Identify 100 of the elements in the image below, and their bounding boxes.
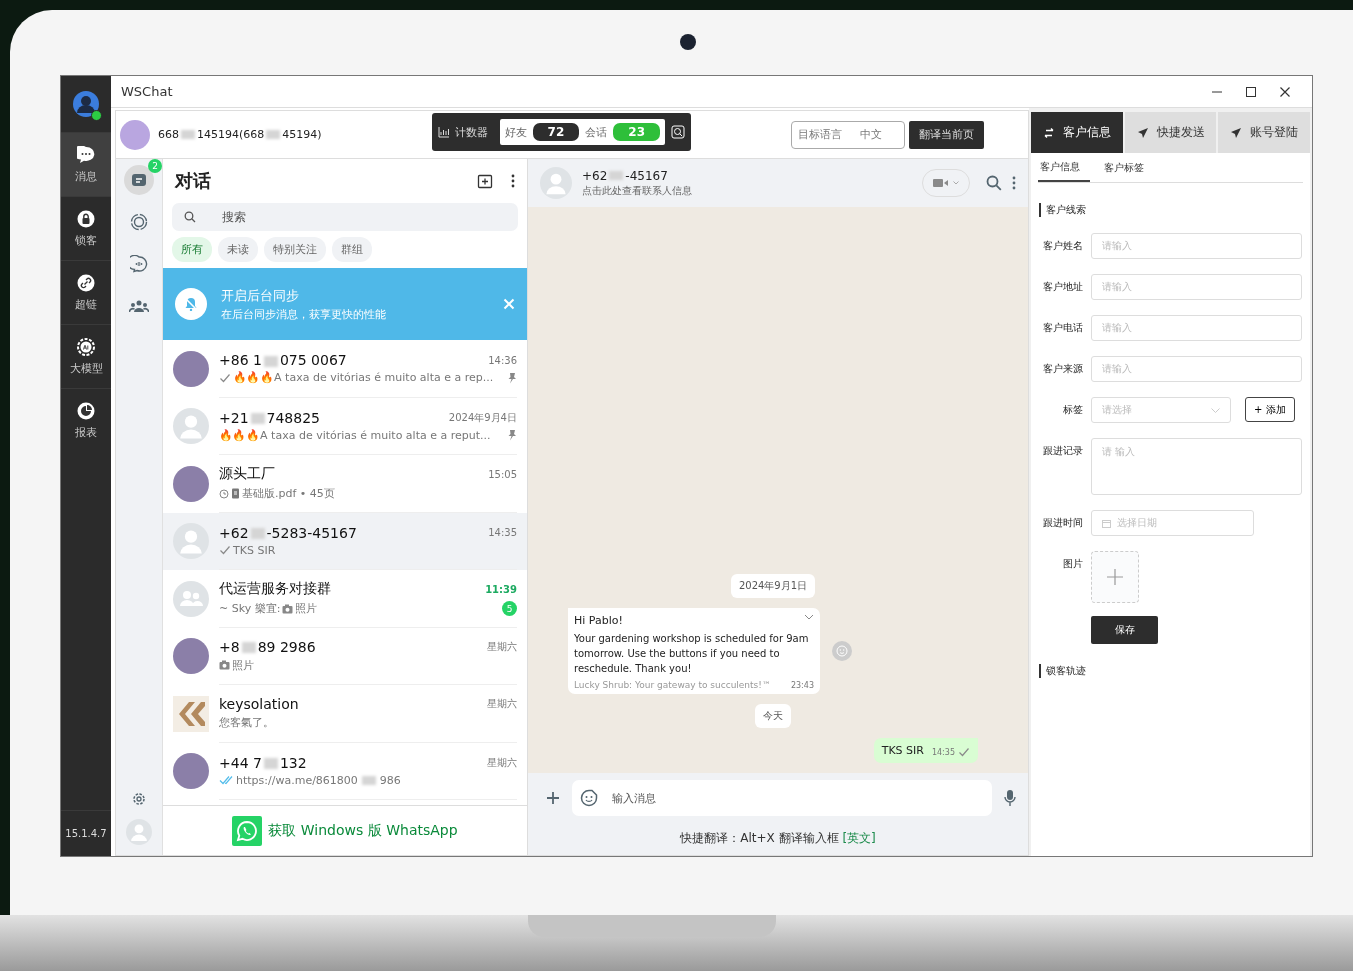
message-preview: TKS SIR [233,543,276,557]
message-time: 15:05 [488,468,517,480]
message-time: 14:35 [488,527,517,539]
language-value: 中文 [860,127,882,142]
download-link[interactable]: 获取 Windows 版 WhatsApp [268,821,458,840]
counter-button[interactable]: 计数器 [437,124,488,140]
contact-name: +62 [219,524,249,541]
language-link[interactable]: [英文] [842,831,876,845]
shortcut-hint: 快捷翻译：Alt+X 翻译输入框 [英文] [528,823,1028,855]
chat-row[interactable]: +21 748825 2024年9月4日 🔥🔥🔥A taxa de vitórias é muito alta e a reput... [163,397,527,455]
message-preview: https://wa.me/861800 [236,773,358,787]
message-footer: Lucky Shrub: Your gateway to succulents!™ [574,680,771,690]
contact-info-hint: 点击此处查看联系人信息 [582,183,693,198]
message-time: 14:35 [931,747,955,757]
unread-badge: 5 [502,601,517,617]
account-id: 145194(668 [197,128,265,141]
friends-label: 好友 [504,124,527,140]
rail-item[interactable]: 锁客 [61,196,111,260]
unread-badge: 2 [148,159,162,173]
message-time: 星期六 [487,755,517,770]
chat-row[interactable]: +86 1 075 0067 14:36 🔥🔥🔥A taxa de vitórias é muito alta e a rep... [163,340,527,398]
search-field[interactable]: 搜索 [172,203,518,231]
add-tag-button[interactable]: + 添加 [1245,397,1295,422]
message-preview: 您客氣了。 [219,715,274,731]
message-title: Hi Pablo! [574,614,623,627]
chat-row[interactable]: +62 -5283-45167 14:35 TKS SIR [163,512,527,570]
field-label: 客户电话 [1042,321,1083,335]
message-preview: 照片 [295,601,318,617]
chat-row[interactable]: +8 89 2986 星期六 照片 [163,627,527,685]
contact-name: keysolation [219,696,299,713]
banner-title: 开启后台同步 [221,286,300,305]
message-time: 23:43 [790,681,814,690]
chat-row[interactable]: keysolation 星期六 您客氣了。 [163,685,527,743]
account-id: 45194) [282,128,322,141]
message-preview: 🔥🔥🔥A taxa de vitórias é muito alta e a rep... [233,371,494,385]
list-title: 对话 [175,169,212,193]
chat-row[interactable]: 源头工厂 15:05 基础版.pdf • 45页 [163,455,527,513]
version-label: 15.1.4.7 [61,810,111,856]
subtab[interactable]: 客户标签 [1102,153,1154,182]
contact-name: 132 [279,754,307,771]
rail-item[interactable]: 消息 [61,132,111,196]
chat-row[interactable]: 代运营服务对接群 11:39 ~ Sky 樂宜: 照片 5 [163,570,527,628]
subtab[interactable]: 客户信息 [1038,153,1090,182]
field-label: 跟进记录 [1042,444,1083,458]
message-preview: 986 [379,773,401,787]
sender-name: ~ Sky 樂宜: [219,601,281,617]
message-text: TKS SIR [881,744,924,757]
save-button[interactable]: 保存 [1091,616,1158,644]
translate-button[interactable]: 翻译当前页 [909,120,984,149]
filter-chip[interactable]: 所有 [172,237,212,262]
message-text: Your gardening workshop is scheduled for 9am tomorrow. Use the buttons if you need to reschedule. Thank you! [574,632,810,676]
contact-name: 89 2986 [257,638,316,655]
section-heading: 锁客轨迹 [1039,664,1303,678]
field-label: 客户姓名 [1042,239,1083,253]
panel-tab[interactable]: 快捷发送 [1124,112,1217,153]
contact-name: +21 [219,409,249,426]
contact-name: +44 7 [219,754,262,771]
field-label: 客户来源 [1042,362,1083,376]
rail-item[interactable]: 超链 [61,260,111,324]
rail-item[interactable]: 大模型 [61,324,111,388]
contact-name: 748825 [266,409,320,426]
panel-tab[interactable]: 客户信息 [1031,112,1123,153]
chat-row[interactable]: +44 7 132 星期六 https://wa.me/861800 986 [163,742,527,800]
contact-name: +8 [219,638,240,655]
section-heading: 客户线索 [1039,203,1303,217]
rail-item[interactable]: 报表 [61,388,111,452]
window-title: WSChat [121,84,174,99]
account-id: 668 [158,128,179,141]
message-time: 11:39 [485,583,517,595]
input-placeholder: 输入消息 [612,790,656,806]
panel-tab[interactable]: 账号登陆 [1218,112,1310,153]
contact-name: -5283-45167 [266,524,357,541]
message-input[interactable]: 输入消息 [572,780,992,816]
contact-name: -45167 [625,168,668,183]
contact-name: 代运营服务对接群 [219,580,331,597]
message-preview: 基础版.pdf • 45页 [242,486,335,502]
field-label: 标签 [1062,403,1083,417]
message-preview: 照片 [232,657,254,673]
sessions-count: 23 [613,123,660,141]
contact-name: +86 1 [219,352,262,369]
sessions-label: 会话 [585,124,608,140]
filter-chip[interactable]: 特别关注 [264,237,326,262]
message-time: 2024年9月4日 [448,410,517,425]
banner-text: 在后台同步消息，获享更快的性能 [221,306,387,322]
date-chip: 今天 [755,704,791,728]
filter-chip[interactable]: 未读 [218,237,258,262]
message-time: 星期六 [487,639,517,654]
field-label: 图片 [1062,557,1083,571]
message-time: 14:36 [488,354,517,366]
language-select[interactable]: 目标语言 中文 [791,120,905,149]
search-placeholder: 搜索 [222,208,246,226]
field-label: 跟进时间 [1042,516,1083,530]
contact-name: 源头工厂 [219,465,275,482]
contact-name: 075 0067 [279,352,347,369]
date-chip: 2024年9月1日 [730,574,816,598]
filter-chip[interactable]: 群组 [332,237,372,262]
friends-count: 72 [532,123,580,141]
field-label: 客户地址 [1042,280,1083,294]
message-preview: 🔥🔥🔥A taxa de vitórias é muito alta e a reput... [219,428,491,442]
contact-name: +62 [582,168,608,183]
